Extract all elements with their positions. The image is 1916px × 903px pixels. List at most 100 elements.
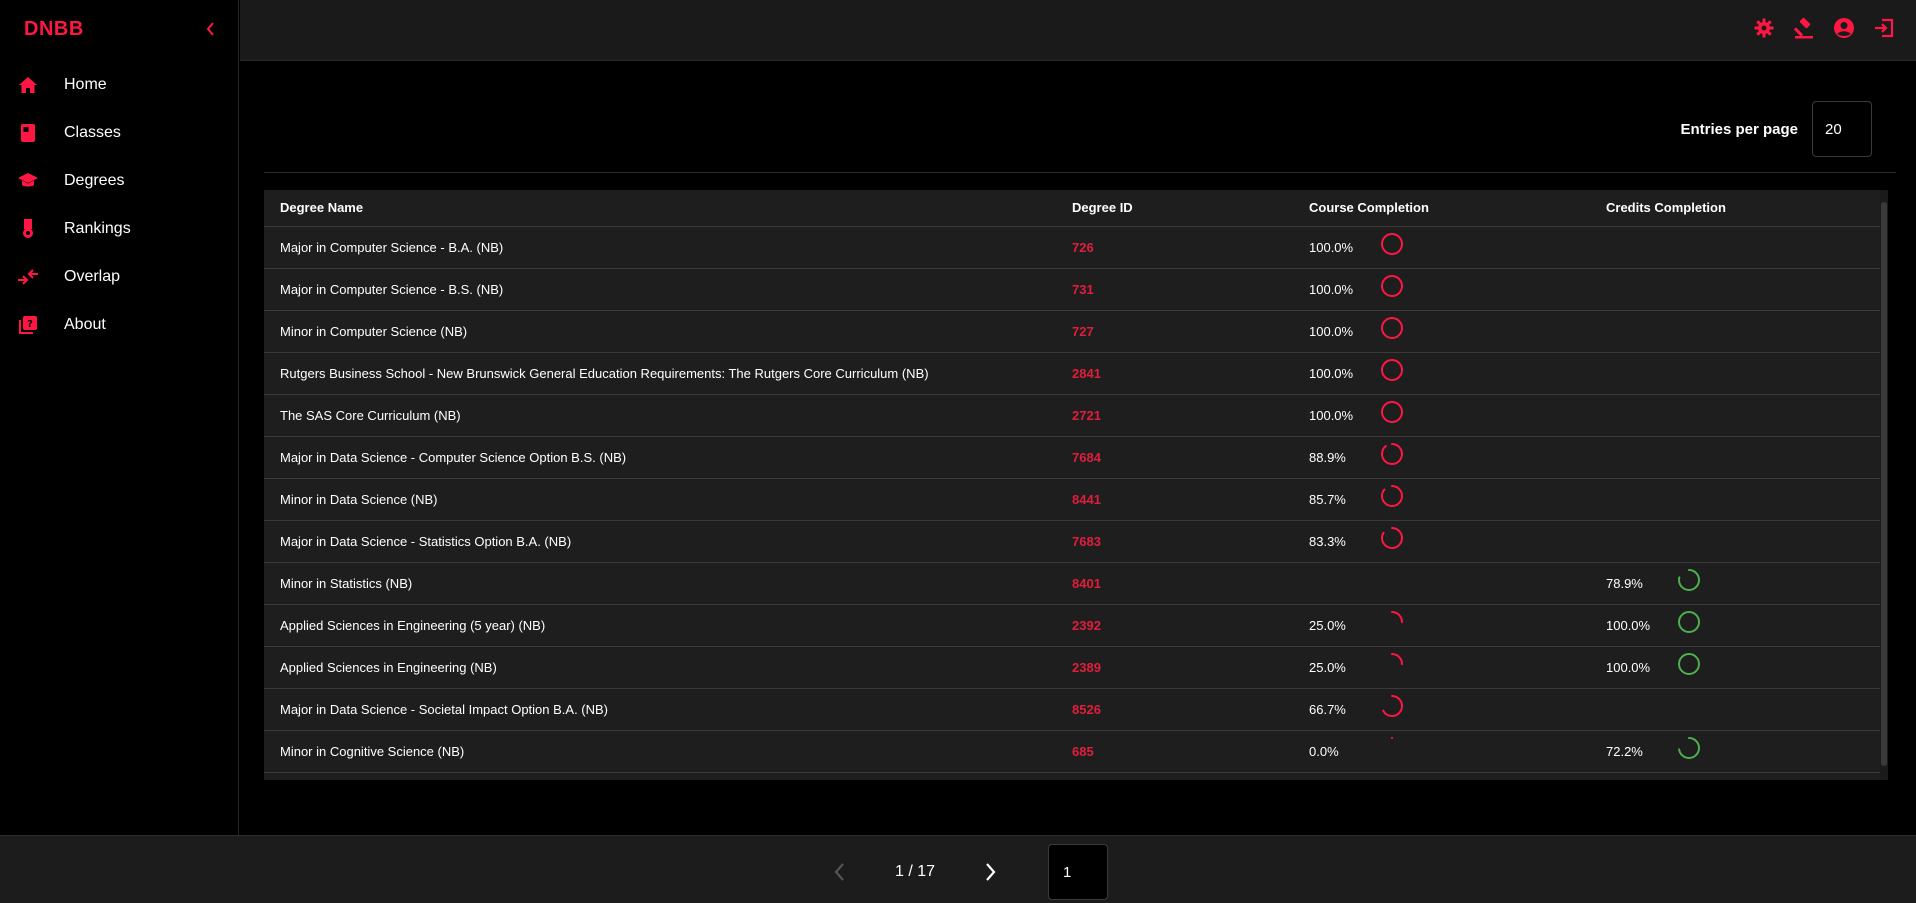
degree-id-cell[interactable]: 2392	[1056, 604, 1293, 647]
credits-completion-cell	[1590, 478, 1880, 521]
course-progress-ring	[1381, 233, 1403, 255]
degree-id-cell[interactable]: 2389	[1056, 646, 1293, 689]
degree-id-cell[interactable]: 7683	[1056, 520, 1293, 563]
sidebar-item-classes[interactable]: Classes	[0, 109, 239, 157]
table-row[interactable]: Major in Computer Science - B.S. (NB) 731…	[264, 268, 1880, 311]
table-row[interactable]: Major in Computer Science - B.A. (NB) 726…	[264, 226, 1880, 269]
course-completion-value: 83.3%	[1309, 533, 1346, 549]
course-completion-cell: 83.3%	[1293, 520, 1590, 563]
course-progress-ring	[1381, 317, 1403, 339]
course-progress-ring	[1381, 695, 1403, 717]
degree-id-cell[interactable]: 727	[1056, 310, 1293, 353]
course-completion-value: 100.0%	[1309, 365, 1354, 381]
sidebar-item-degrees[interactable]: Degrees	[0, 157, 239, 205]
next-page-button[interactable]	[970, 852, 1010, 892]
degree-name-cell[interactable]: Minor in Computer Science (NB)	[264, 310, 1056, 353]
degree-name-cell[interactable]: Minor in Data Science (NB)	[264, 478, 1056, 521]
app-root: DNBB Home Classes Degrees Rankings Overl…	[0, 0, 1916, 903]
degree-id-cell[interactable]: 2841	[1056, 352, 1293, 395]
chevron-left-icon	[834, 863, 844, 881]
divider	[264, 172, 1896, 173]
credits-completion-cell: 100.0%	[1590, 604, 1880, 647]
degree-id-cell[interactable]: 7684	[1056, 436, 1293, 479]
medal-icon	[16, 217, 40, 241]
sidebar-item-label: Classes	[64, 124, 121, 141]
page-number-input[interactable]	[1048, 844, 1108, 900]
previous-page-button[interactable]	[820, 852, 860, 892]
course-completion-value: 25.0%	[1309, 659, 1346, 675]
degree-name-cell[interactable]: Major in Data Science - Computer Science…	[264, 436, 1056, 479]
table-scrollbar[interactable]	[1880, 190, 1888, 780]
credits-completion-cell	[1590, 394, 1880, 437]
credits-completion-value: 78.9%	[1606, 575, 1643, 591]
course-completion-value: 85.7%	[1309, 491, 1346, 507]
sidebar-item-home[interactable]: Home	[0, 61, 239, 109]
degree-name-cell[interactable]: The SAS Core Curriculum (NB)	[264, 394, 1056, 437]
brand-logo[interactable]: DNBB	[24, 18, 84, 41]
course-completion-cell: 100.0%	[1293, 394, 1590, 437]
column-header-course-completion[interactable]: Course Completion	[1293, 190, 1590, 227]
degree-id-cell[interactable]: 8401	[1056, 562, 1293, 605]
table-body: Major in Computer Science - B.A. (NB) 726…	[264, 226, 1880, 773]
column-header-credits-completion[interactable]: Credits Completion	[1590, 190, 1880, 227]
table-row[interactable]: Minor in Cognitive Science (NB) 685 0.0% 72…	[264, 730, 1880, 773]
top-bar	[240, 0, 1916, 61]
degree-name-cell[interactable]: Rutgers Business School - New Brunswick …	[264, 352, 1056, 395]
degrees-table: Degree Name Degree ID Course Completion …	[264, 190, 1880, 773]
degree-id-cell[interactable]: 685	[1056, 730, 1293, 773]
sidebar-item-about[interactable]: ? About	[0, 301, 239, 349]
pagination-footer: 1 / 17	[0, 835, 1916, 903]
table-row[interactable]: Minor in Computer Science (NB) 727 100.0%	[264, 310, 1880, 353]
settings-button[interactable]	[1752, 16, 1776, 40]
degree-id-cell[interactable]: 2721	[1056, 394, 1293, 437]
degree-id-cell[interactable]: 8441	[1056, 478, 1293, 521]
course-progress-ring	[1381, 401, 1403, 423]
degree-name-cell[interactable]: Major in Data Science - Statistics Optio…	[264, 520, 1056, 563]
course-completion-value: 100.0%	[1309, 281, 1354, 297]
gavel-button[interactable]	[1792, 16, 1816, 40]
sidebar-collapse-button[interactable]	[198, 16, 224, 42]
degree-name-cell[interactable]: Major in Computer Science - B.A. (NB)	[264, 226, 1056, 269]
table-row[interactable]: Minor in Data Science (NB) 8441 85.7%	[264, 478, 1880, 521]
degree-id-cell[interactable]: 726	[1056, 226, 1293, 269]
sidebar: DNBB Home Classes Degrees Rankings Overl…	[0, 0, 239, 835]
account-button[interactable]	[1832, 16, 1856, 40]
degree-name-cell[interactable]: Applied Sciences in Engineering (5 year)…	[264, 604, 1056, 647]
table-row[interactable]: Major in Data Science - Computer Science…	[264, 436, 1880, 479]
credits-completion-cell	[1590, 310, 1880, 353]
course-completion-value: 100.0%	[1309, 239, 1354, 255]
sidebar-item-overlap[interactable]: Overlap	[0, 253, 239, 301]
table-header-row: Degree Name Degree ID Course Completion …	[264, 190, 1880, 227]
credits-completion-cell: 72.2%	[1590, 730, 1880, 773]
column-header-degree-id[interactable]: Degree ID	[1056, 190, 1293, 227]
graduation-cap-icon	[16, 169, 40, 193]
degree-name-cell[interactable]: Major in Data Science - Societal Impact …	[264, 688, 1056, 731]
degree-id-cell[interactable]: 8526	[1056, 688, 1293, 731]
course-completion-cell: 85.7%	[1293, 478, 1590, 521]
degree-id-cell[interactable]: 731	[1056, 268, 1293, 311]
entries-per-page-input[interactable]	[1812, 101, 1872, 157]
column-header-degree-name[interactable]: Degree Name	[264, 190, 1056, 227]
table-row[interactable]: Minor in Statistics (NB) 8401 78.9%	[264, 562, 1880, 605]
table-row[interactable]: Major in Data Science - Societal Impact …	[264, 688, 1880, 731]
degree-name-cell[interactable]: Major in Computer Science - B.S. (NB)	[264, 268, 1056, 311]
book-icon	[16, 121, 40, 145]
table-row[interactable]: Applied Sciences in Engineering (NB) 2389…	[264, 646, 1880, 689]
sidebar-nav: Home Classes Degrees Rankings Overlap ? …	[0, 61, 239, 349]
sidebar-item-rankings[interactable]: Rankings	[0, 205, 239, 253]
credits-completion-cell	[1590, 436, 1880, 479]
degree-name-cell[interactable]: Minor in Statistics (NB)	[264, 562, 1056, 605]
table-row[interactable]: Applied Sciences in Engineering (5 year)…	[264, 604, 1880, 647]
degree-name-cell[interactable]: Minor in Cognitive Science (NB)	[264, 730, 1056, 773]
entries-per-page-label: Entries per page	[1680, 120, 1798, 138]
table-row[interactable]: The SAS Core Curriculum (NB) 2721 100.0%	[264, 394, 1880, 437]
degree-name-cell[interactable]: Applied Sciences in Engineering (NB)	[264, 646, 1056, 689]
course-progress-ring	[1381, 485, 1403, 507]
table-row[interactable]: Rutgers Business School - New Brunswick …	[264, 352, 1880, 395]
course-completion-cell: 100.0%	[1293, 352, 1590, 395]
logout-button[interactable]	[1872, 16, 1896, 40]
top-actions	[1752, 16, 1896, 40]
credits-completion-cell	[1590, 268, 1880, 311]
table-row[interactable]: Major in Data Science - Statistics Optio…	[264, 520, 1880, 563]
table-scrollbar-thumb[interactable]	[1881, 202, 1887, 766]
